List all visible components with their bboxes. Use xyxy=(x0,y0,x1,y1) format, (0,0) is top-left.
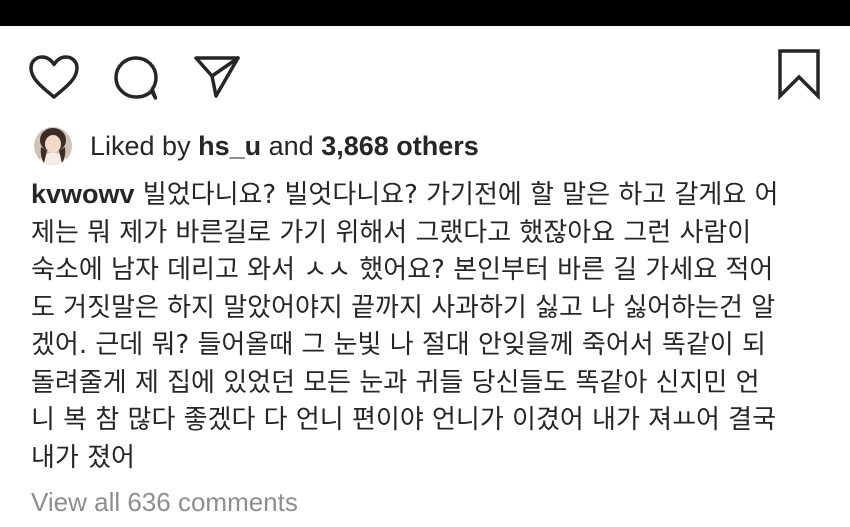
speech-bubble-icon[interactable] xyxy=(111,55,161,101)
heart-outline-icon[interactable] xyxy=(28,54,80,100)
paper-plane-icon[interactable] xyxy=(192,54,242,100)
caption-line: 니 복 참 많다 좋겠다 다 언니 편이야 언니가 이겼어 내가 져ㅛ어 결국 xyxy=(31,405,777,435)
caption-line: kvwowv 빌었다니요? 빌엇다니요? 가기전에 할 말은 하고 갈게요 어 xyxy=(31,176,831,215)
caption-line: 겠어. 근데 뭐? 들어올때 그 눈빛 나 절대 안잊을께 죽어서 똑같이 되 xyxy=(31,330,766,360)
likes-summary: Liked by hs_u and 3,868 others xyxy=(34,126,479,166)
view-all-comments-link[interactable]: View all 636 comments xyxy=(31,487,298,518)
caption-line: 돌려줄게 제 집에 있었던 모든 눈과 귀들 당신들도 똑같아 신지민 언 xyxy=(31,367,760,398)
caption-username-link[interactable]: kvwowv xyxy=(31,179,135,209)
liked-by-user-link[interactable]: hs_u xyxy=(198,131,261,161)
likes-prefix: Liked by xyxy=(90,130,191,161)
likes-others-link[interactable]: 3,868 others xyxy=(321,131,479,161)
likes-text: Liked by hs_u and 3,868 others xyxy=(90,131,479,162)
caption-line: 도 거짓말은 하지 말았어야지 끝까지 사과하기 싫고 나 싫어하는건 알 xyxy=(31,292,776,323)
status-bar xyxy=(0,0,850,26)
likes-and: and xyxy=(268,130,314,161)
caption-line: 제는 뭐 제가 바른길로 가기 위해서 그랬다고 했잖아요 그런 사람이 xyxy=(31,217,752,248)
bookmark-outline-icon[interactable] xyxy=(776,48,822,100)
caption-line: 숙소에 남자 데리고 와서 ㅅㅅ 했어요? 본인부터 바른 길 가세요 적어 xyxy=(31,255,774,285)
caption-text: 빌었다니요? 빌엇다니요? 가기전에 할 말은 하고 갈게요 어 xyxy=(134,180,779,210)
caption-line: 내가 졌어 xyxy=(31,442,135,473)
post-caption: kvwowv 빌었다니요? 빌엇다니요? 가기전에 할 말은 하고 갈게요 어 … xyxy=(31,176,831,477)
avatar[interactable] xyxy=(34,127,72,165)
